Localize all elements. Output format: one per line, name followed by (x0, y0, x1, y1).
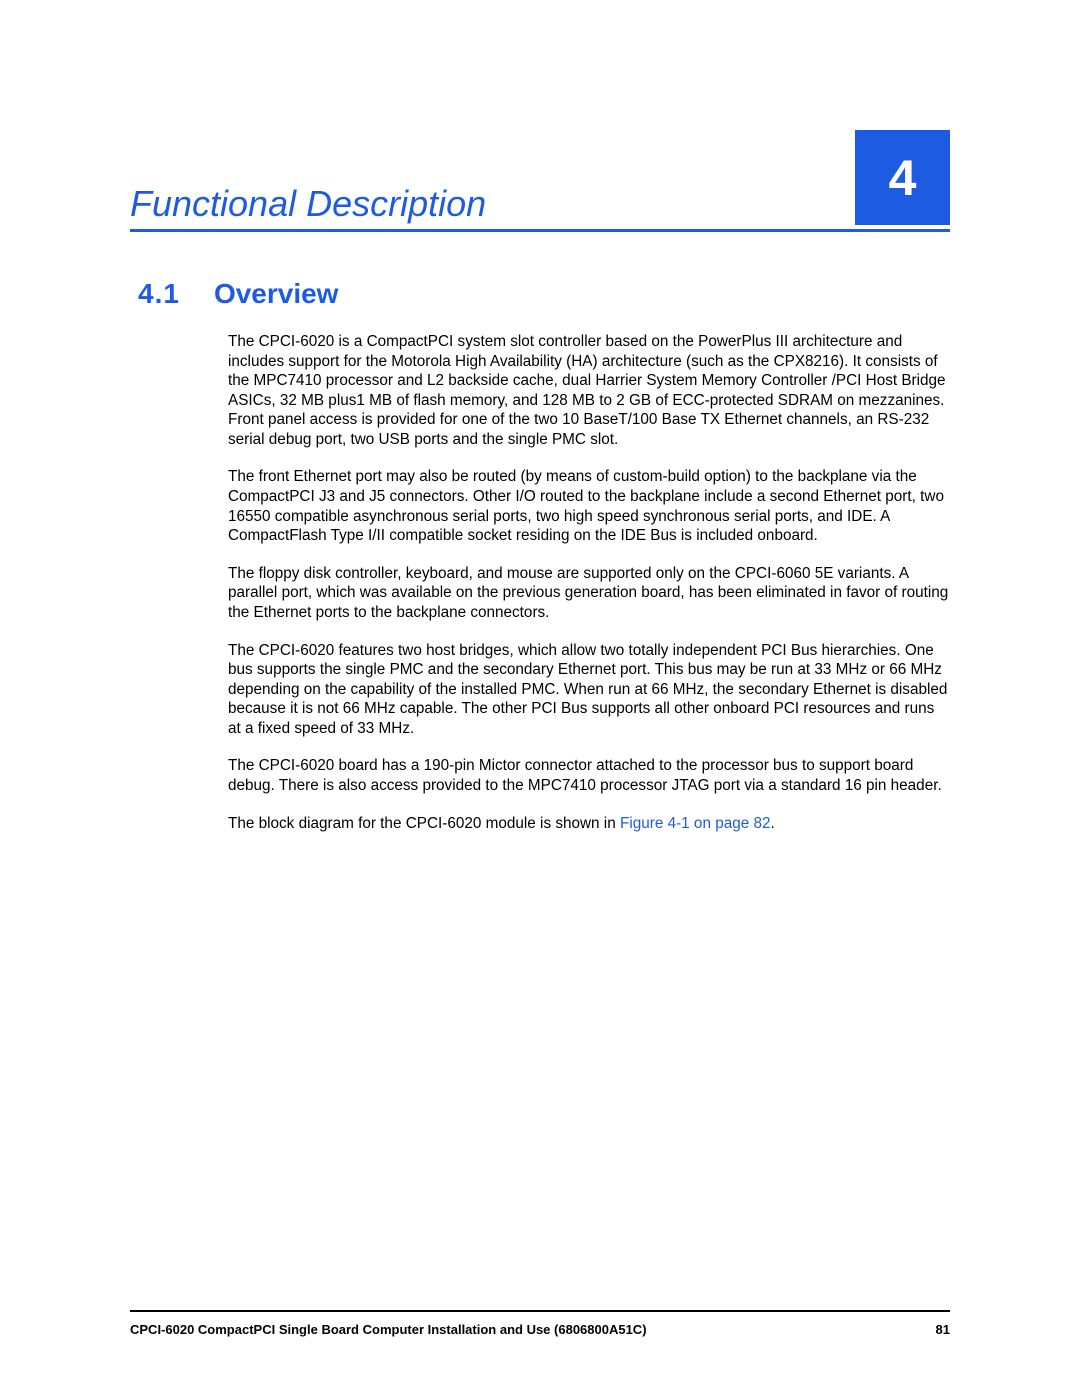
chapter-number: 4 (889, 149, 917, 207)
body-text: The CPCI-6020 is a CompactPCI system slo… (228, 332, 950, 833)
figure-link[interactable]: Figure 4-1 on page 82 (620, 815, 771, 832)
paragraph-text: The block diagram for the CPCI-6020 modu… (228, 815, 620, 832)
paragraph: The block diagram for the CPCI-6020 modu… (228, 814, 950, 834)
footer-rule (130, 1310, 950, 1312)
paragraph: The floppy disk controller, keyboard, an… (228, 564, 950, 623)
paragraph: The CPCI-6020 features two host bridges,… (228, 641, 950, 739)
footer-page-number: 81 (936, 1322, 950, 1337)
footer-doc-title: CPCI-6020 CompactPCI Single Board Comput… (130, 1322, 647, 1337)
paragraph-text: . (771, 815, 775, 832)
chapter-number-badge: 4 (855, 130, 950, 225)
section-title: Overview (214, 278, 339, 310)
section-heading: 4.1 Overview (130, 278, 950, 310)
header-rule (130, 229, 950, 232)
chapter-title: Functional Description (130, 183, 486, 225)
page: Functional Description 4 4.1 Overview Th… (0, 0, 1080, 1397)
paragraph: The CPCI-6020 is a CompactPCI system slo… (228, 332, 950, 449)
page-footer: CPCI-6020 CompactPCI Single Board Comput… (130, 1310, 950, 1337)
paragraph: The front Ethernet port may also be rout… (228, 467, 950, 545)
chapter-header: Functional Description 4 (130, 130, 950, 225)
paragraph: The CPCI-6020 board has a 190-pin Mictor… (228, 756, 950, 795)
section-number: 4.1 (138, 278, 180, 310)
